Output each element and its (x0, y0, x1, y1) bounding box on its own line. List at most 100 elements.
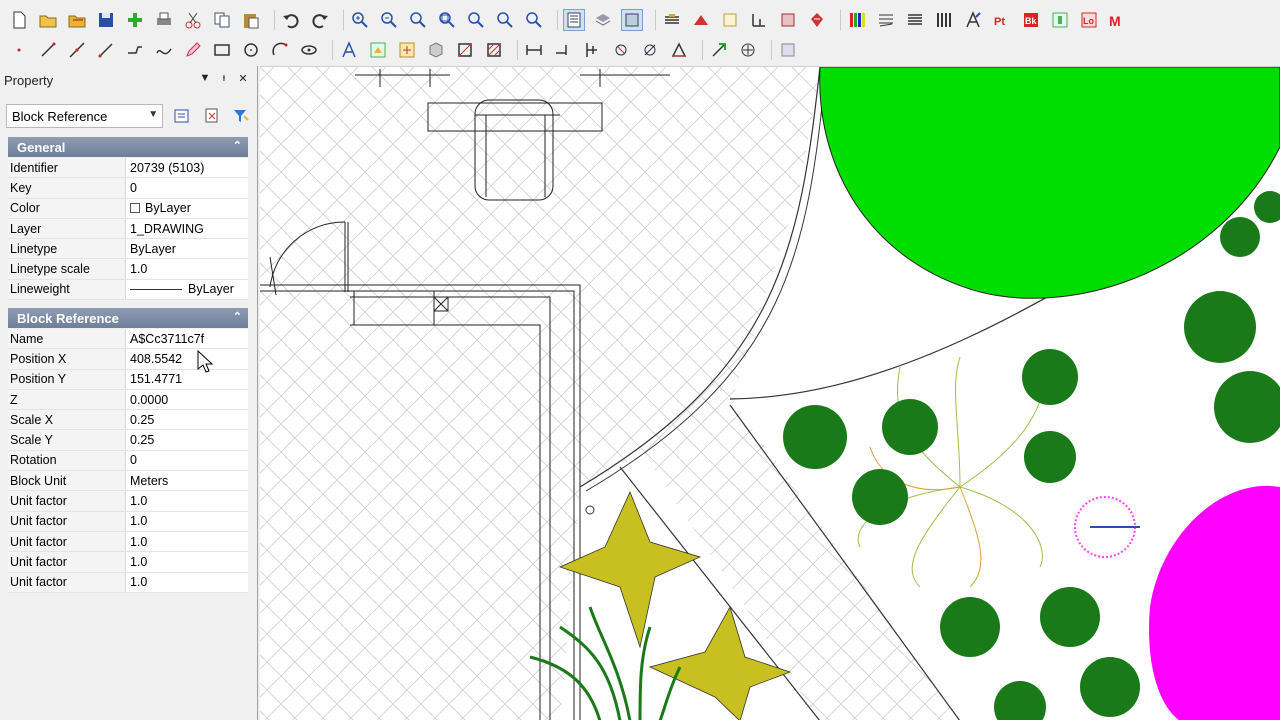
pencil-icon[interactable] (182, 39, 204, 61)
prop-value-lineweight[interactable]: ByLayer (126, 280, 248, 299)
prop-value[interactable]: 1.0 (126, 532, 248, 551)
drawing-canvas[interactable] (260, 66, 1280, 720)
ellipse-icon[interactable] (298, 39, 320, 61)
rectangle-icon[interactable] (211, 39, 233, 61)
prop-row-linetype[interactable]: Linetype ByLayer (8, 239, 248, 260)
window-icon[interactable] (777, 39, 799, 61)
pin-icon[interactable]: ᵻ (217, 72, 231, 86)
rotate-icon[interactable] (610, 39, 632, 61)
zoom-previous-icon[interactable] (523, 9, 545, 31)
zoom-extents-icon[interactable] (436, 9, 458, 31)
ray-icon[interactable] (95, 39, 117, 61)
copy-icon[interactable] (211, 9, 233, 31)
columns-icon[interactable] (904, 9, 926, 31)
save-icon[interactable] (95, 9, 117, 31)
open-icon[interactable] (37, 9, 59, 31)
select-objects-icon[interactable] (201, 105, 223, 127)
prop-row-lineweight[interactable]: Lineweight ByLayer (8, 279, 248, 301)
collapse-icon[interactable]: ⌃ (233, 310, 242, 323)
zoom-out-icon[interactable] (378, 9, 400, 31)
layer-states-icon[interactable] (846, 9, 868, 31)
prop-row-scale-x[interactable]: Scale X 0.25 (8, 410, 248, 431)
prop-row-identifier[interactable]: Identifier 20739 (5103) (8, 158, 248, 179)
prop-value[interactable]: 0.25 (126, 410, 248, 429)
arc-icon[interactable] (269, 39, 291, 61)
filter-icon[interactable] (230, 105, 252, 127)
open-folder-icon[interactable] (66, 9, 88, 31)
hatch-tool-icon[interactable] (483, 39, 505, 61)
prop-row-unit-factor[interactable]: Unit factor 1.0 (8, 491, 248, 512)
prop-row-rotation[interactable]: Rotation 0 (8, 450, 248, 472)
section-general[interactable]: General ⌃ (8, 137, 248, 157)
prop-row-layer[interactable]: Layer 1_DRAWING (8, 218, 248, 240)
prop-value[interactable]: 0.25 (126, 430, 248, 449)
insert-icon[interactable] (719, 9, 741, 31)
redo-icon[interactable] (309, 9, 331, 31)
new-icon[interactable] (8, 9, 30, 31)
palette-icon[interactable] (806, 9, 828, 31)
snap-icon[interactable] (737, 39, 759, 61)
prop-value[interactable]: 1.0 (126, 573, 248, 592)
image-icon[interactable] (748, 9, 770, 31)
block-editor-icon[interactable]: Pt (991, 9, 1013, 31)
add-icon[interactable] (124, 9, 146, 31)
lawn-green-area[interactable] (819, 67, 1280, 299)
prop-value[interactable]: 1.0 (126, 552, 248, 571)
text-icon[interactable] (338, 39, 360, 61)
prop-row-unit-factor[interactable]: Unit factor 1.0 (8, 531, 248, 553)
circle-icon[interactable] (240, 39, 262, 61)
cut-icon[interactable] (182, 9, 204, 31)
panel-menu-arrow-icon[interactable]: ▼ (198, 72, 212, 86)
zoom-window-icon[interactable] (407, 9, 429, 31)
layers-icon[interactable] (592, 9, 614, 31)
prop-value-color[interactable]: ByLayer (126, 199, 248, 218)
prop-value[interactable]: 1.0 (126, 259, 248, 278)
stretch-icon[interactable] (581, 39, 603, 61)
mtext-icon[interactable]: M (1107, 9, 1129, 31)
move-icon[interactable] (552, 39, 574, 61)
make-block-icon[interactable] (396, 39, 418, 61)
prop-row-linetype-scale[interactable]: Linetype scale 1.0 (8, 259, 248, 280)
table-icon[interactable]: Bk (1020, 9, 1042, 31)
layout-icon[interactable] (1049, 9, 1071, 31)
offset-icon[interactable] (668, 39, 690, 61)
prop-row-unit-factor[interactable]: Unit factor 1.0 (8, 552, 248, 573)
collapse-icon[interactable]: ⌃ (233, 139, 242, 152)
zoom-in-icon[interactable] (349, 9, 371, 31)
prop-value[interactable]: ByLayer (126, 239, 248, 258)
line-icon[interactable] (37, 39, 59, 61)
prop-value[interactable]: 0.0000 (126, 390, 248, 409)
magenta-bed[interactable] (1149, 485, 1280, 720)
view-icon[interactable] (621, 9, 643, 31)
extend-icon[interactable] (708, 39, 730, 61)
point-icon[interactable] (962, 9, 984, 31)
spline-icon[interactable] (153, 39, 175, 61)
prop-value[interactable]: 1.0 (126, 512, 248, 531)
prop-row-key[interactable]: Key 0 (8, 178, 248, 199)
prop-row-color[interactable]: Color ByLayer (8, 198, 248, 219)
zoom-realtime-icon[interactable] (494, 9, 516, 31)
section-block-reference[interactable]: Block Reference ⌃ (8, 308, 248, 328)
prop-value[interactable]: 408.5542 (126, 349, 248, 368)
dimension-icon[interactable] (523, 39, 545, 61)
region-icon[interactable] (454, 39, 476, 61)
prop-value[interactable]: 0 (126, 451, 248, 470)
polyline-icon[interactable] (124, 39, 146, 61)
prop-value[interactable]: 0 (126, 178, 248, 197)
landscape-drawing[interactable] (260, 67, 1280, 720)
prop-value[interactable]: A$Cc3711c7f (126, 329, 248, 348)
lineweight-icon[interactable] (875, 9, 897, 31)
prop-value[interactable]: 1.0 (126, 491, 248, 510)
block-icon[interactable] (690, 9, 712, 31)
object-type-select[interactable]: Block Reference ▼ (6, 104, 164, 128)
point-tool-icon[interactable] (8, 39, 30, 61)
prop-row-scale-y[interactable]: Scale Y 0.25 (8, 430, 248, 451)
print-icon[interactable] (153, 9, 175, 31)
insert-block-icon[interactable] (367, 39, 389, 61)
prop-value[interactable]: 20739 (5103) (126, 158, 248, 177)
prop-value[interactable]: Meters (126, 471, 248, 490)
prop-row-unit-factor[interactable]: Unit factor 1.0 (8, 511, 248, 532)
prop-row-name[interactable]: Name A$Cc3711c7f (8, 329, 248, 350)
text-style-icon[interactable] (933, 9, 955, 31)
multiline-icon[interactable]: Lo (1078, 9, 1100, 31)
